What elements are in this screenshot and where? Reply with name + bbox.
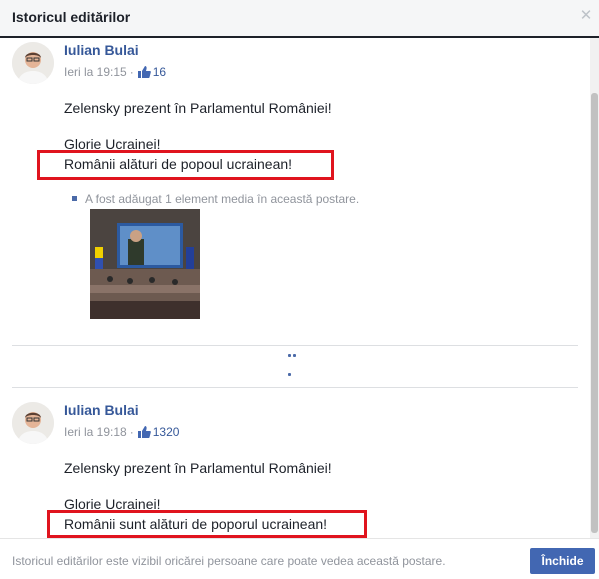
like-count[interactable]: 16 — [153, 65, 166, 79]
avatar[interactable] — [12, 402, 54, 444]
post-meta: Ieri la 19:18 · 1320 — [64, 425, 180, 439]
post-text-line: Românii alături de popoul ucrainean! — [64, 156, 293, 172]
dialog-header: Istoricul editărilor ✕ — [0, 0, 599, 38]
edit-history-dialog: Istoricul editărilor ✕ Iulian Bulai Ieri… — [0, 0, 599, 579]
post-photo[interactable] — [90, 209, 200, 319]
like-icon — [137, 425, 151, 439]
history-list: Iulian Bulai Ieri la 19:15 · 16 Zelensky p… — [0, 38, 599, 538]
post-text-line: Românii sunt alături de poporul ucrainea… — [64, 516, 328, 532]
dialog-footer: Istoricul editărilor este vizibil oricăr… — [0, 538, 599, 579]
author-name[interactable]: Iulian Bulai — [64, 402, 139, 418]
divider — [12, 345, 578, 346]
author-name[interactable]: Iulian Bulai — [64, 42, 139, 58]
expand-more-icon[interactable] — [280, 351, 300, 381]
post-text-line: Zelensky prezent în Parlamentul României… — [64, 100, 332, 116]
post-text-line: Zelensky prezent în Parlamentul României… — [64, 460, 332, 476]
close-button[interactable]: Închide — [530, 548, 595, 574]
media-note: A fost adăugat 1 element media în aceast… — [72, 192, 359, 206]
like-count[interactable]: 1320 — [153, 425, 180, 439]
post-time[interactable]: Ieri la 19:18 — [64, 425, 127, 439]
footer-note: Istoricul editărilor este vizibil oricăr… — [12, 554, 446, 568]
divider — [12, 387, 578, 388]
scrollbar[interactable] — [590, 38, 599, 538]
dialog-title: Istoricul editărilor — [12, 9, 131, 25]
post-meta: Ieri la 19:15 · 16 — [64, 65, 167, 79]
like-icon — [137, 65, 151, 79]
bullet-icon — [72, 196, 77, 201]
media-note-text: A fost adăugat 1 element media în aceast… — [85, 192, 360, 206]
close-icon[interactable]: ✕ — [579, 8, 593, 23]
avatar[interactable] — [12, 42, 54, 84]
scrollbar-thumb[interactable] — [591, 93, 598, 533]
post-time[interactable]: Ieri la 19:15 — [64, 65, 127, 79]
